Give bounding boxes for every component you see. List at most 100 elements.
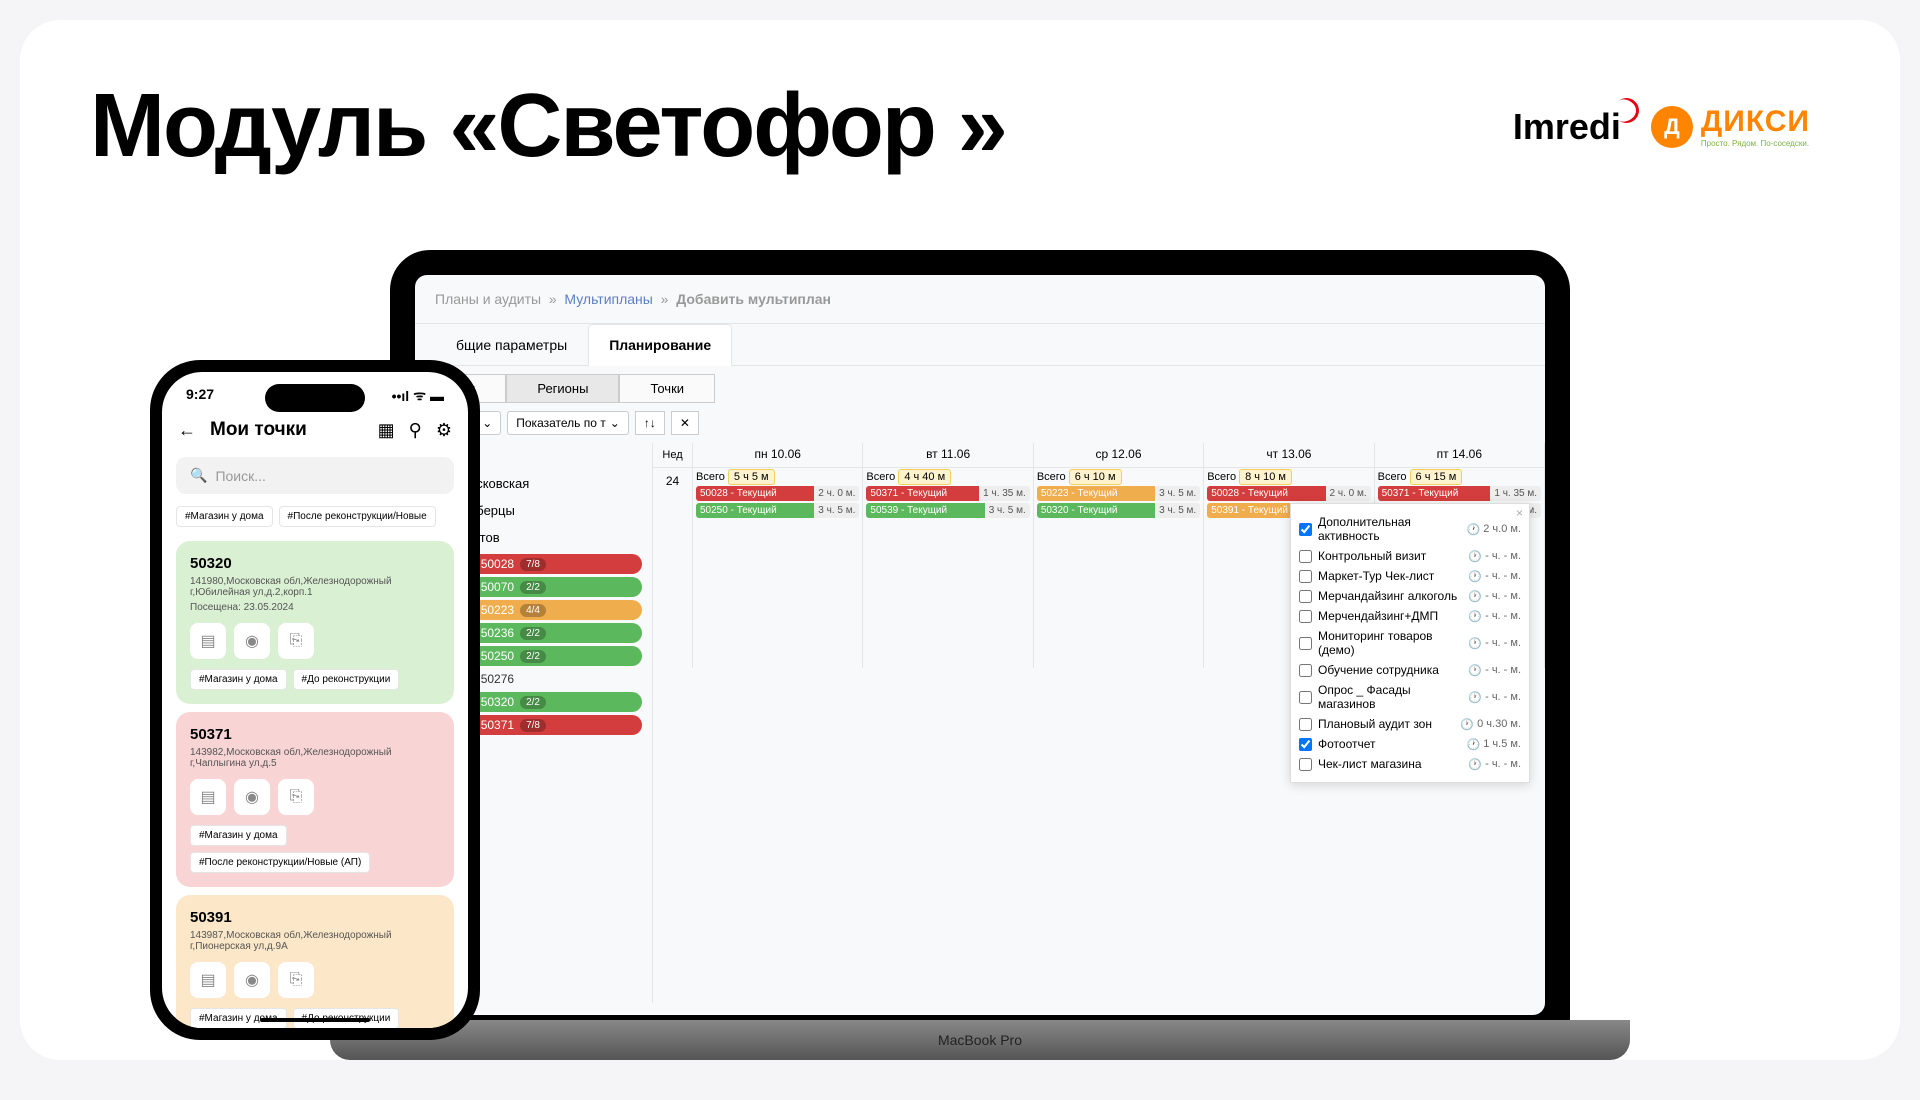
tree-point[interactable]: 📍 50223 4/4 bbox=[455, 600, 642, 620]
calendar-icon[interactable]: ▦ bbox=[378, 420, 395, 441]
tree-point[interactable]: 📍 50028 7/8 bbox=[455, 554, 642, 574]
document-icon[interactable]: ▤ bbox=[190, 779, 226, 815]
card-id: 50371 bbox=[190, 726, 440, 743]
search-icon: 🔍 bbox=[190, 467, 207, 484]
sort-button[interactable]: ↑↓ bbox=[635, 411, 665, 435]
card-address: 143987,Московская обл,Железнодорожный г,… bbox=[190, 930, 440, 952]
home-indicator[interactable] bbox=[260, 1018, 370, 1022]
popup-checkbox[interactable] bbox=[1299, 637, 1312, 650]
card-tag[interactable]: #До реконструкции bbox=[293, 669, 400, 690]
popup-checkbox[interactable] bbox=[1299, 738, 1312, 751]
cal-week-num: 24 bbox=[653, 468, 693, 668]
popup-item[interactable]: Маркет-Тур Чек-лист🕐- ч. - м. bbox=[1299, 566, 1521, 586]
cal-total: Всего 5 ч 5 м bbox=[696, 471, 859, 483]
phone-card[interactable]: 50320 141980,Московская обл,Железнодорожн… bbox=[176, 541, 454, 704]
tree-point[interactable]: 📍 50070 2/2 bbox=[455, 577, 642, 597]
cal-event[interactable]: 50028 - Текущий2 ч. 0 м. bbox=[1207, 486, 1370, 501]
popup-item[interactable]: Обучение сотрудника🕐- ч. - м. bbox=[1299, 660, 1521, 680]
popup-item[interactable]: Мерчендайзинг+ДМП🕐- ч. - м. bbox=[1299, 606, 1521, 626]
popup-item[interactable]: Мерчандайзинг алкоголь🕐- ч. - м. bbox=[1299, 586, 1521, 606]
back-icon[interactable]: ← bbox=[178, 420, 196, 441]
subtab-points[interactable]: Точки bbox=[619, 374, 715, 403]
breadcrumb: Планы и аудиты » Мультипланы » Добавить … bbox=[415, 275, 1545, 324]
popup-checkbox[interactable] bbox=[1299, 523, 1312, 536]
popup-checkbox[interactable] bbox=[1299, 664, 1312, 677]
phone-frame: 9:27 ••ıl ᯤ ▬ ← Мои точки ▦ ⚲ ⚙ 🔍 Поиск.… bbox=[150, 360, 480, 1040]
popup-checkbox[interactable] bbox=[1299, 550, 1312, 563]
fingerprint-icon[interactable]: ◉ bbox=[234, 962, 270, 998]
phone-tag[interactable]: #Магазин у дома bbox=[176, 506, 273, 527]
dixy-logo: Д ДИКСИ Просто. Рядом. По-соседски. bbox=[1651, 105, 1810, 148]
breadcrumb-1[interactable]: Планы и аудиты bbox=[435, 291, 541, 307]
fingerprint-icon[interactable]: ◉ bbox=[234, 623, 270, 659]
phone-header: ← Мои точки ▦ ⚲ ⚙ bbox=[162, 409, 468, 451]
tab-general[interactable]: бщие параметры bbox=[435, 324, 588, 365]
tree-point[interactable]: 📍 50236 2/2 bbox=[455, 623, 642, 643]
cal-event[interactable]: 50223 - Текущий3 ч. 5 м. bbox=[1037, 486, 1200, 501]
clock-icon: 🕐 bbox=[1460, 718, 1474, 731]
popup-item[interactable]: Плановый аудит зон🕐0 ч.30 м. bbox=[1299, 714, 1521, 734]
popup-checkbox[interactable] bbox=[1299, 691, 1312, 704]
breadcrumb-2[interactable]: Мультипланы bbox=[564, 291, 652, 307]
tree-point[interactable]: 📍 50250 2/2 bbox=[455, 646, 642, 666]
popup-checkbox[interactable] bbox=[1299, 590, 1312, 603]
document-icon[interactable]: ▤ bbox=[190, 623, 226, 659]
clipboard-icon[interactable]: ⎘ bbox=[278, 623, 314, 659]
cal-event[interactable]: 50539 - Текущий3 ч. 5 м. bbox=[866, 503, 1029, 518]
clipboard-icon[interactable]: ⎘ bbox=[278, 779, 314, 815]
document-icon[interactable]: ▤ bbox=[190, 962, 226, 998]
fingerprint-icon[interactable]: ◉ bbox=[234, 779, 270, 815]
card-tag[interactable]: #Магазин у дома bbox=[190, 825, 287, 846]
tree-point[interactable]: 📍 50276 bbox=[455, 669, 642, 689]
cal-day-header: вт 11.06 bbox=[863, 443, 1033, 467]
battery-icon: ▬ bbox=[430, 388, 444, 404]
subtab-regions[interactable]: Регионы bbox=[506, 374, 619, 403]
filter-2[interactable]: Показатель по т ⌄ bbox=[507, 411, 629, 435]
cal-total: Всего 6 ч 15 м bbox=[1378, 471, 1541, 483]
phone-search[interactable]: 🔍 Поиск... bbox=[176, 457, 454, 494]
clipboard-icon[interactable]: ⎘ bbox=[278, 962, 314, 998]
cal-day-column[interactable]: Всего 5 ч 5 м 50028 - Текущий2 ч. 0 м. 502… bbox=[693, 468, 863, 668]
clock-icon: 🕐 bbox=[1468, 637, 1482, 650]
dixy-tagline: Просто. Рядом. По-соседски. bbox=[1701, 139, 1810, 148]
cal-day-header: пт 14.06 bbox=[1375, 443, 1545, 467]
phone-card[interactable]: 50391143987,Московская обл,Железнодорожн… bbox=[176, 895, 454, 1028]
cal-day-header: чт 13.06 bbox=[1204, 443, 1374, 467]
card-tag[interactable]: #После реконструкции/Новые (АП) bbox=[190, 852, 370, 873]
clock-icon: 🕐 bbox=[1468, 758, 1482, 771]
popup-checkbox[interactable] bbox=[1299, 610, 1312, 623]
popup-checkbox[interactable] bbox=[1299, 718, 1312, 731]
clock-icon: 🕐 bbox=[1467, 523, 1481, 536]
cal-event[interactable]: 50371 - Текущий1 ч. 35 м. bbox=[866, 486, 1029, 501]
card-address: 141980,Московская обл,Железнодорожный г,… bbox=[190, 576, 440, 598]
cal-day-column[interactable]: Всего 6 ч 10 м50223 - Текущий3 ч. 5 м.50… bbox=[1034, 468, 1204, 668]
card-tag[interactable]: #Магазин у дома bbox=[190, 669, 287, 690]
tree-point[interactable]: 📍 50320 2/2 bbox=[455, 692, 642, 712]
popup-checkbox[interactable] bbox=[1299, 758, 1312, 771]
popup-item[interactable]: Контрольный визит🕐- ч. - м. bbox=[1299, 546, 1521, 566]
signal-icon: ••ıl bbox=[392, 388, 410, 404]
map-icon[interactable]: ⚲ bbox=[409, 420, 422, 441]
card-id: 50320 bbox=[190, 555, 440, 572]
close-icon[interactable]: × bbox=[1516, 506, 1523, 520]
cal-event[interactable]: 50320 - Текущий3 ч. 5 м. bbox=[1037, 503, 1200, 518]
cal-day-column[interactable]: Всего 4 ч 40 м50371 - Текущий1 ч. 35 м.5… bbox=[863, 468, 1033, 668]
popup-item[interactable]: Дополнительная активность🕐2 ч.0 м. bbox=[1299, 512, 1521, 546]
clear-button[interactable]: ✕ bbox=[671, 411, 699, 435]
tree-point[interactable]: 📍 50371 7/8 bbox=[455, 715, 642, 735]
chevron-down-icon: ⌄ bbox=[610, 416, 620, 430]
cal-event[interactable]: 50250 - Текущий3 ч. 5 м. bbox=[696, 503, 859, 518]
popup-item[interactable]: Опрос _ Фасады магазинов🕐- ч. - м. bbox=[1299, 680, 1521, 714]
tab-planning[interactable]: Планирование bbox=[588, 324, 732, 366]
cal-event[interactable]: 50028 - Текущий2 ч. 0 м. bbox=[696, 486, 859, 501]
cal-event[interactable]: 50371 - Текущий1 ч. 35 м. bbox=[1378, 486, 1541, 501]
popup-item[interactable]: Фотоотчет🕐1 ч.5 м. bbox=[1299, 734, 1521, 754]
popup-item[interactable]: Мониторинг товаров (демо)🕐- ч. - м. bbox=[1299, 626, 1521, 660]
popup-item[interactable]: Чек-лист магазина🕐- ч. - м. bbox=[1299, 754, 1521, 774]
phone-tag[interactable]: #После реконструкции/Новые bbox=[279, 506, 436, 527]
phone-card[interactable]: 50371143982,Московская обл,Железнодорожн… bbox=[176, 712, 454, 887]
imredi-logo: Imredi bbox=[1513, 106, 1621, 148]
laptop-base: MacBook Pro bbox=[330, 1020, 1630, 1060]
popup-checkbox[interactable] bbox=[1299, 570, 1312, 583]
filter-icon[interactable]: ⚙ bbox=[436, 420, 452, 441]
